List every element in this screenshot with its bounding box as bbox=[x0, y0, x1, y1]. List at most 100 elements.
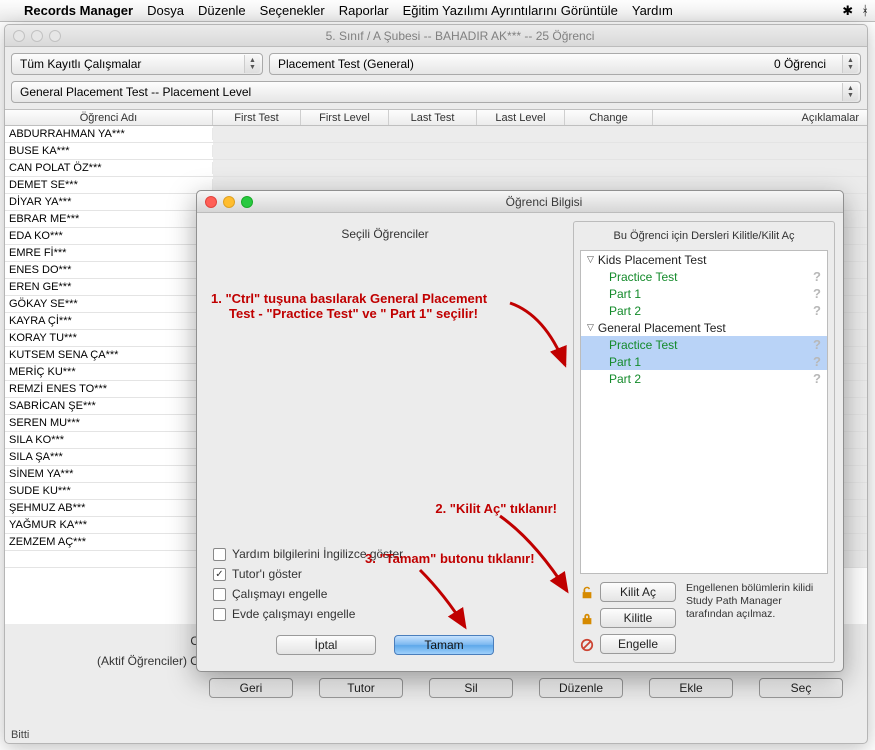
arrow-icon bbox=[505, 295, 575, 375]
student-name-cell: CAN POLAT ÖZ*** bbox=[5, 162, 213, 174]
question-icon: ? bbox=[813, 303, 821, 318]
empty-cell bbox=[213, 160, 867, 176]
lesson-tree[interactable]: ▽Kids Placement Test Practice Test? Part… bbox=[580, 250, 828, 574]
student-name-cell: DİYAR YA*** bbox=[5, 196, 213, 208]
student-name-cell: SILA KO*** bbox=[5, 434, 213, 446]
lock-button[interactable]: Kilitle bbox=[600, 608, 676, 628]
chevron-updown-icon: ▲▼ bbox=[244, 55, 260, 73]
test-popup[interactable]: Placement Test (General) 0 Öğrenci ▲▼ bbox=[269, 53, 861, 75]
student-name-cell: EDA KO*** bbox=[5, 230, 213, 242]
delete-button[interactable]: Sil bbox=[429, 678, 513, 698]
app-name[interactable]: Records Manager bbox=[24, 3, 133, 18]
table-header: Öğrenci Adı First Test First Level Last … bbox=[5, 109, 867, 126]
level-popup[interactable]: General Placement Test -- Placement Leve… bbox=[11, 81, 861, 103]
menu-raporlar[interactable]: Raporlar bbox=[339, 3, 389, 18]
student-name-cell: KAYRA Çİ*** bbox=[5, 315, 213, 327]
close-icon[interactable] bbox=[205, 196, 217, 208]
tree-group[interactable]: ▽General Placement Test bbox=[581, 319, 827, 336]
dialog-left: Seçili Öğrenciler 1. "Ctrl" tuşuna basıl… bbox=[205, 221, 565, 663]
student-name-cell: KUTSEM SENA ÇA*** bbox=[5, 349, 213, 361]
annotation-1: 1. "Ctrl" tuşuna basılarak General Place… bbox=[211, 291, 487, 321]
test-popup-count: 0 Öğrenci bbox=[774, 57, 840, 71]
annotation-3: 3. "Tamam" butonu tıklanır! bbox=[365, 551, 535, 566]
disclosure-down-icon: ▽ bbox=[587, 254, 594, 265]
filter-popup-label: Tüm Kayıtlı Çalışmalar bbox=[20, 57, 141, 71]
tree-item-selected[interactable]: Part 1? bbox=[581, 353, 827, 370]
unlock-button[interactable]: Kilit Aç bbox=[600, 582, 676, 602]
tree-item[interactable]: Practice Test? bbox=[581, 268, 827, 285]
check-disable-work[interactable]: Çalışmayı engelle bbox=[213, 587, 557, 601]
block-icon bbox=[580, 638, 594, 652]
battery-icon[interactable]: ᚼ bbox=[861, 3, 869, 18]
student-name-cell: DEMET SE*** bbox=[5, 179, 213, 191]
student-name-cell: ABDURRAHMAN YA*** bbox=[5, 128, 213, 140]
tree-item[interactable]: Part 2? bbox=[581, 370, 827, 387]
minimize-icon[interactable] bbox=[223, 196, 235, 208]
empty-cell bbox=[213, 126, 867, 142]
menu-egitim[interactable]: Eğitim Yazılımı Ayrıntılarını Görüntüle bbox=[403, 3, 618, 18]
student-name-cell: SİNEM YA*** bbox=[5, 468, 213, 480]
zoom-icon[interactable] bbox=[241, 196, 253, 208]
col-last-test[interactable]: Last Test bbox=[389, 110, 477, 125]
dialog-title: Öğrenci Bilgisi bbox=[506, 195, 583, 209]
edit-button[interactable]: Düzenle bbox=[539, 678, 623, 698]
student-name-cell: SUDE KU*** bbox=[5, 485, 213, 497]
tree-item-selected[interactable]: Practice Test? bbox=[581, 336, 827, 353]
menu-dosya[interactable]: Dosya bbox=[147, 3, 184, 18]
toolbar: Tüm Kayıtlı Çalışmalar ▲▼ Placement Test… bbox=[5, 47, 867, 81]
filter-popup[interactable]: Tüm Kayıtlı Çalışmalar ▲▼ bbox=[11, 53, 263, 75]
tree-group[interactable]: ▽Kids Placement Test bbox=[581, 251, 827, 268]
toolbar-row2: General Placement Test -- Placement Leve… bbox=[5, 81, 867, 109]
zoom-icon[interactable] bbox=[49, 30, 61, 42]
lock-icon bbox=[580, 612, 594, 626]
student-name-cell: SABRİCAN ŞE*** bbox=[5, 400, 213, 412]
test-popup-label: Placement Test (General) bbox=[278, 57, 414, 71]
student-name-cell: EMRE Fİ*** bbox=[5, 247, 213, 259]
table-row[interactable]: ABDURRAHMAN YA*** bbox=[5, 126, 867, 143]
lock-buttons: Kilit Aç Kilitle Engelle Engellenen bölü… bbox=[574, 574, 834, 662]
minimize-icon[interactable] bbox=[31, 30, 43, 42]
student-info-dialog: Öğrenci Bilgisi Seçili Öğrenciler 1. "Ct… bbox=[196, 190, 844, 672]
student-name-cell: YAĞMUR KA*** bbox=[5, 519, 213, 531]
tree-item[interactable]: Part 1? bbox=[581, 285, 827, 302]
col-change[interactable]: Change bbox=[565, 110, 653, 125]
question-icon: ? bbox=[813, 286, 821, 301]
dialog-subtitle: Seçili Öğrenciler bbox=[205, 221, 565, 253]
unlock-icon bbox=[580, 586, 594, 600]
student-name-cell: ENES DO*** bbox=[5, 264, 213, 276]
check-show-tutor[interactable]: Tutor'ı göster bbox=[213, 567, 557, 581]
student-name-cell: ZEMZEM AÇ*** bbox=[5, 536, 213, 548]
student-name-cell: SILA ŞA*** bbox=[5, 451, 213, 463]
check-disable-home[interactable]: Evde çalışmayı engelle bbox=[213, 607, 557, 621]
col-first-level[interactable]: First Level bbox=[301, 110, 389, 125]
select-button[interactable]: Seç bbox=[759, 678, 843, 698]
tree-item[interactable]: Part 2? bbox=[581, 302, 827, 319]
table-row[interactable]: BUSE KA*** bbox=[5, 143, 867, 160]
empty-cell bbox=[213, 143, 867, 159]
add-button[interactable]: Ekle bbox=[649, 678, 733, 698]
col-name[interactable]: Öğrenci Adı bbox=[5, 110, 213, 125]
ok-button[interactable]: Tamam bbox=[394, 635, 494, 655]
menu-secenekler[interactable]: Seçenekler bbox=[260, 3, 325, 18]
table-row[interactable]: CAN POLAT ÖZ*** bbox=[5, 160, 867, 177]
status-bar: Bitti bbox=[11, 729, 29, 741]
student-name-cell: GÖKAY SE*** bbox=[5, 298, 213, 310]
chevron-updown-icon: ▲▼ bbox=[842, 83, 858, 101]
bluetooth-icon[interactable]: ✱ bbox=[842, 3, 853, 19]
cancel-button[interactable]: İptal bbox=[276, 635, 376, 655]
student-name-cell: BUSE KA*** bbox=[5, 145, 213, 157]
close-icon[interactable] bbox=[13, 30, 25, 42]
col-first-test[interactable]: First Test bbox=[213, 110, 301, 125]
bottom-buttons: Geri Tutor Sil Düzenle Ekle Seç bbox=[13, 668, 859, 698]
tutor-button[interactable]: Tutor bbox=[319, 678, 403, 698]
col-last-level[interactable]: Last Level bbox=[477, 110, 565, 125]
menu-duzenle[interactable]: Düzenle bbox=[198, 3, 246, 18]
level-popup-label: General Placement Test -- Placement Leve… bbox=[20, 85, 251, 99]
question-icon: ? bbox=[813, 354, 821, 369]
lock-panel: Bu Öğrenci için Dersleri Kilitle/Kilit A… bbox=[573, 221, 835, 663]
menu-yardim[interactable]: Yardım bbox=[632, 3, 673, 18]
back-button[interactable]: Geri bbox=[209, 678, 293, 698]
question-icon: ? bbox=[813, 269, 821, 284]
block-button[interactable]: Engelle bbox=[600, 634, 676, 654]
col-desc[interactable]: Açıklamalar bbox=[653, 110, 867, 125]
